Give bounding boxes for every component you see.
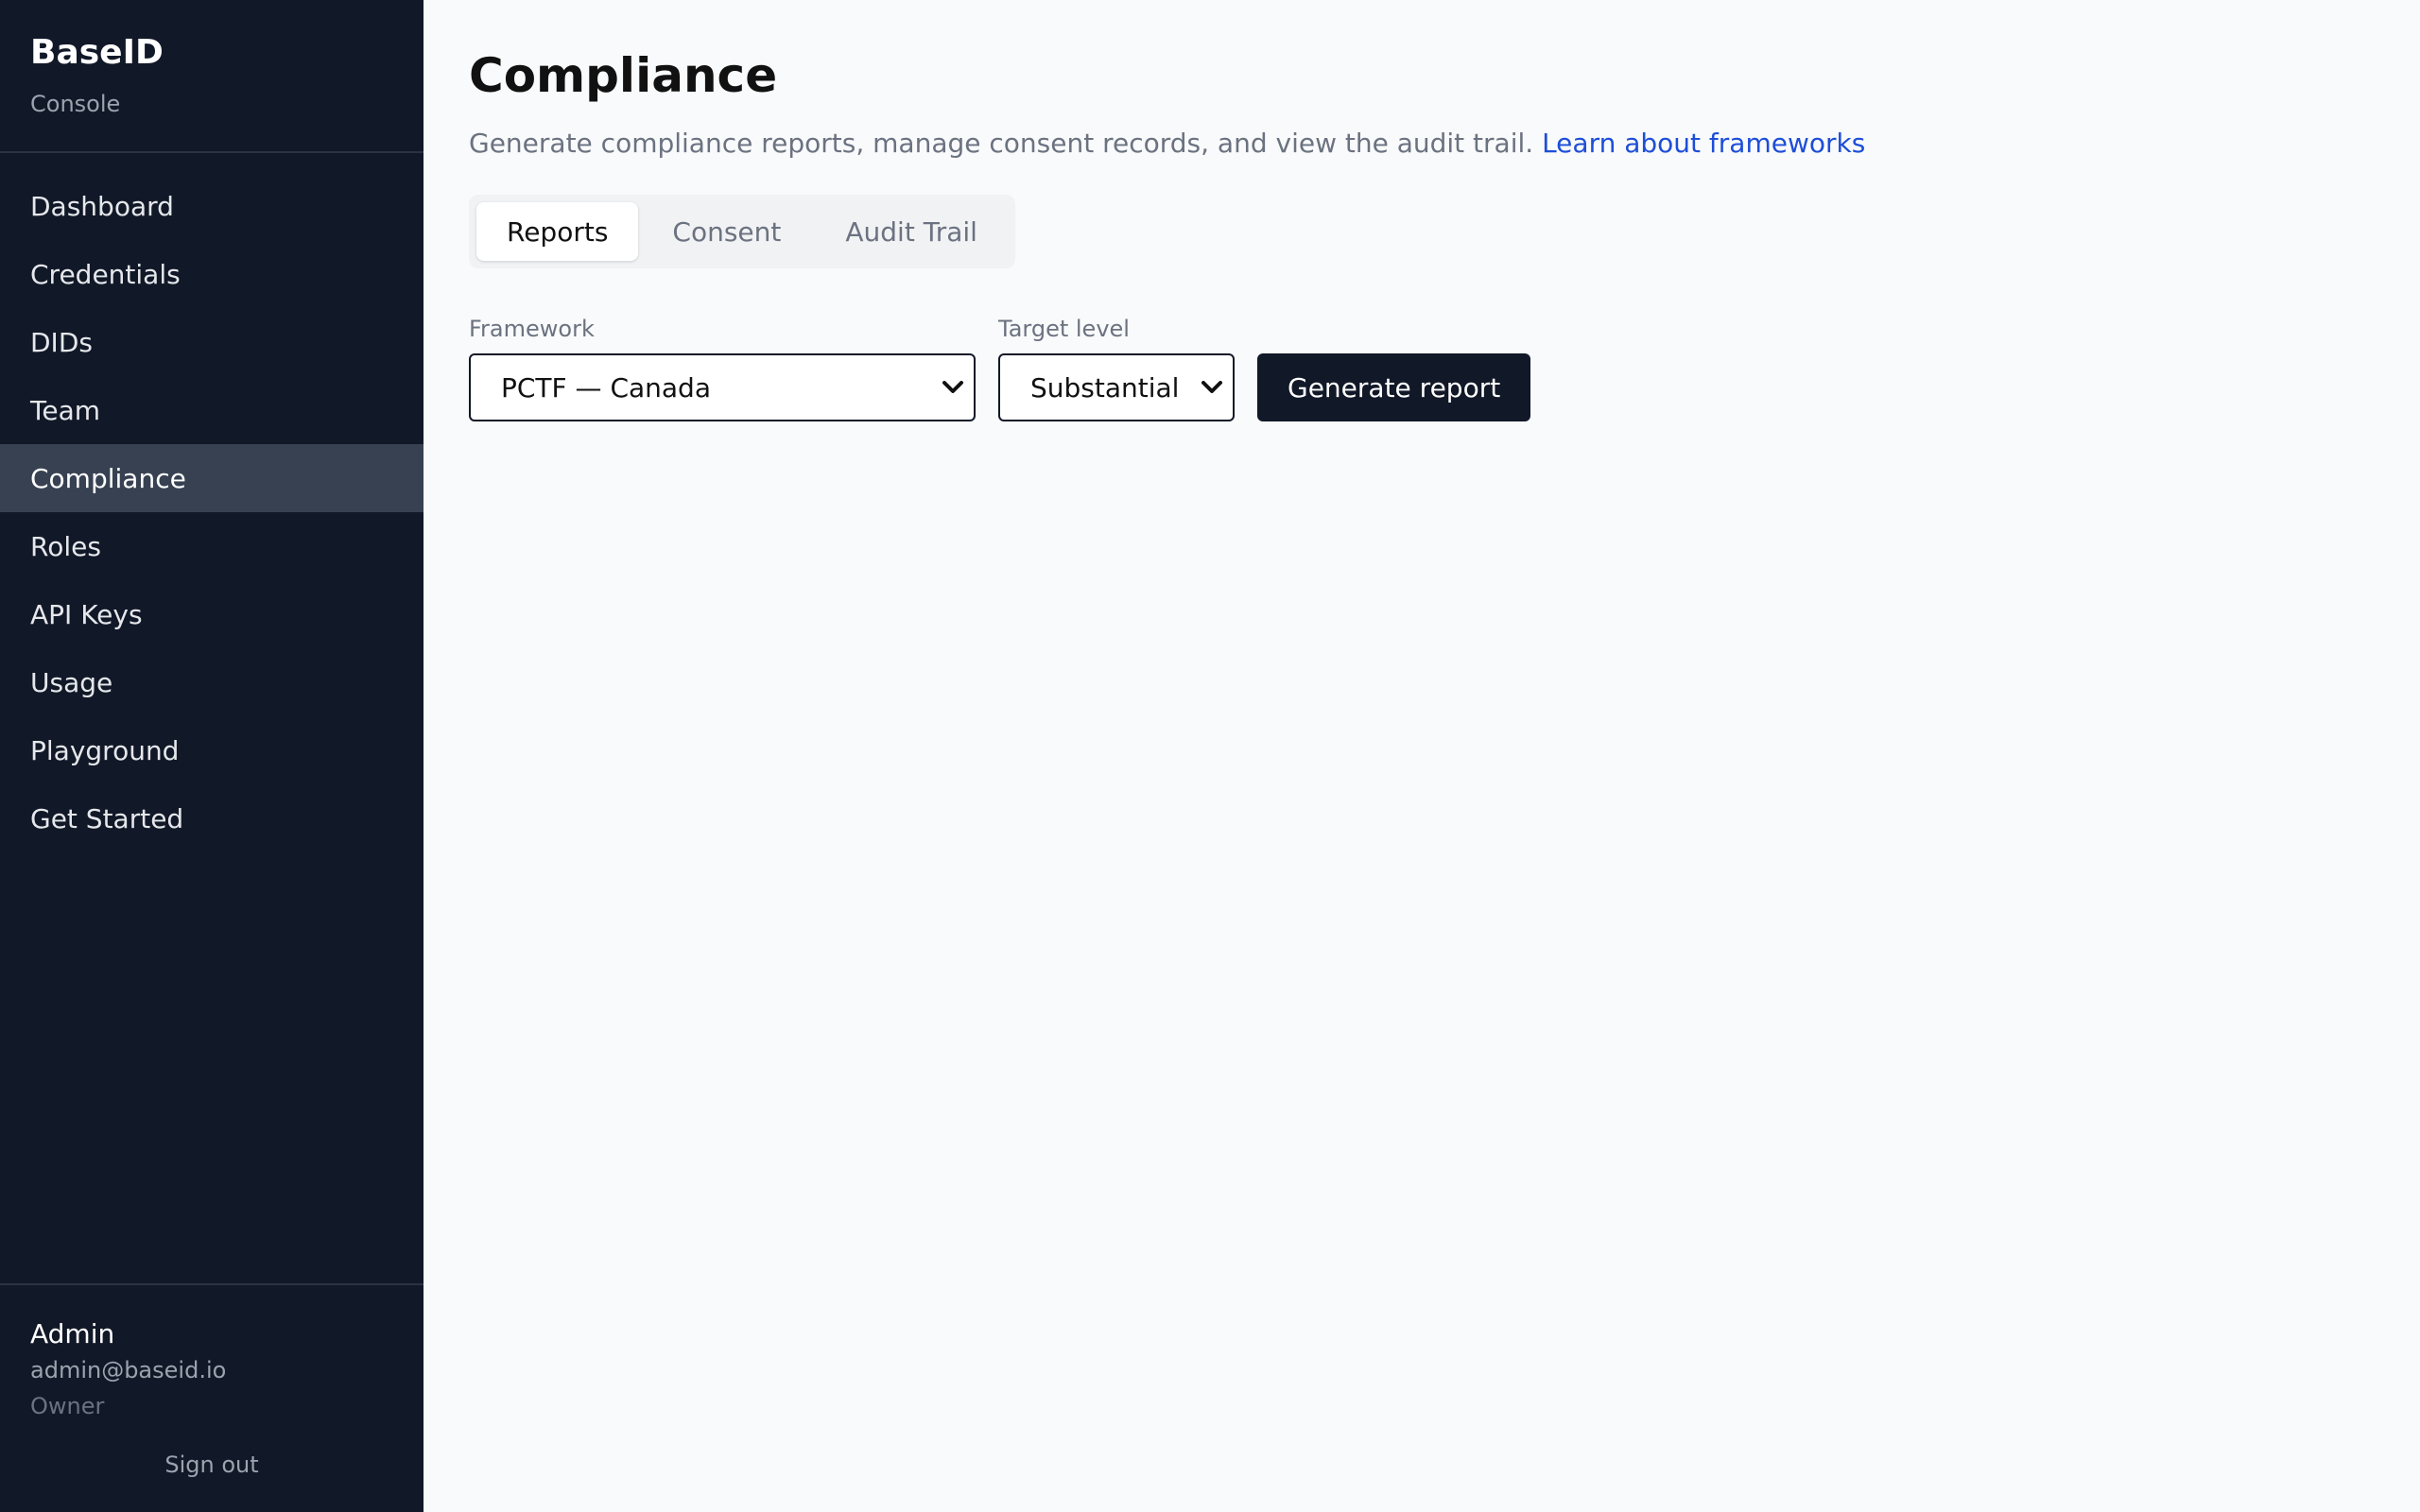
main-content: Compliance Generate compliance reports, … xyxy=(424,0,2420,1512)
target-level-field: Target level Substantial xyxy=(998,314,1235,421)
tab-audit-trail[interactable]: Audit Trail xyxy=(815,202,1008,261)
framework-field: Framework PCTF — Canada xyxy=(469,314,976,421)
learn-frameworks-link[interactable]: Learn about frameworks xyxy=(1542,128,1865,159)
sidebar-item-dashboard[interactable]: Dashboard xyxy=(0,172,424,240)
page-title: Compliance xyxy=(469,48,778,103)
report-form: Framework PCTF — Canada Target level Sub… xyxy=(469,314,2375,421)
chevron-down-icon xyxy=(1199,374,1225,401)
user-role: Owner xyxy=(30,1393,105,1419)
tab-consent[interactable]: Consent xyxy=(642,202,811,261)
tab-bar: Reports Consent Audit Trail xyxy=(469,195,1015,268)
sidebar-item-usage[interactable]: Usage xyxy=(0,648,424,716)
chevron-down-icon xyxy=(940,374,966,401)
framework-label: Framework xyxy=(469,316,595,342)
user-block: Admin admin@baseid.io Owner Sign out xyxy=(0,1283,424,1512)
sidebar-item-get-started[interactable]: Get Started xyxy=(0,784,424,852)
user-name: Admin xyxy=(30,1318,115,1349)
framework-select[interactable]: PCTF — Canada xyxy=(469,353,976,421)
target-level-label: Target level xyxy=(998,316,1130,342)
generate-report-button[interactable]: Generate report xyxy=(1257,353,1531,421)
page-description: Generate compliance reports, manage cons… xyxy=(469,125,2375,163)
user-email: admin@baseid.io xyxy=(30,1357,227,1383)
sidebar: BaseID Console Dashboard Credentials DID… xyxy=(0,0,424,1512)
page-description-text: Generate compliance reports, manage cons… xyxy=(469,128,1534,159)
sidebar-item-credentials[interactable]: Credentials xyxy=(0,240,424,308)
sidebar-item-dids[interactable]: DIDs xyxy=(0,308,424,376)
brand: BaseID Console xyxy=(0,0,424,153)
app-root: BaseID Console Dashboard Credentials DID… xyxy=(0,0,2420,1512)
sidebar-item-roles[interactable]: Roles xyxy=(0,512,424,580)
target-level-select[interactable]: Substantial xyxy=(998,353,1235,421)
sidebar-item-team[interactable]: Team xyxy=(0,376,424,444)
sidebar-nav: Dashboard Credentials DIDs Team Complian… xyxy=(0,153,424,1283)
tab-reports[interactable]: Reports xyxy=(476,202,639,261)
brand-subtitle: Console xyxy=(30,91,121,117)
sidebar-item-playground[interactable]: Playground xyxy=(0,716,424,784)
sign-out-button[interactable]: Sign out xyxy=(30,1452,393,1478)
brand-name: BaseID xyxy=(30,33,164,72)
framework-select-value: PCTF — Canada xyxy=(501,371,711,404)
sidebar-item-api-keys[interactable]: API Keys xyxy=(0,580,424,648)
sidebar-item-compliance[interactable]: Compliance xyxy=(0,444,424,512)
target-level-select-value: Substantial xyxy=(1030,371,1180,404)
